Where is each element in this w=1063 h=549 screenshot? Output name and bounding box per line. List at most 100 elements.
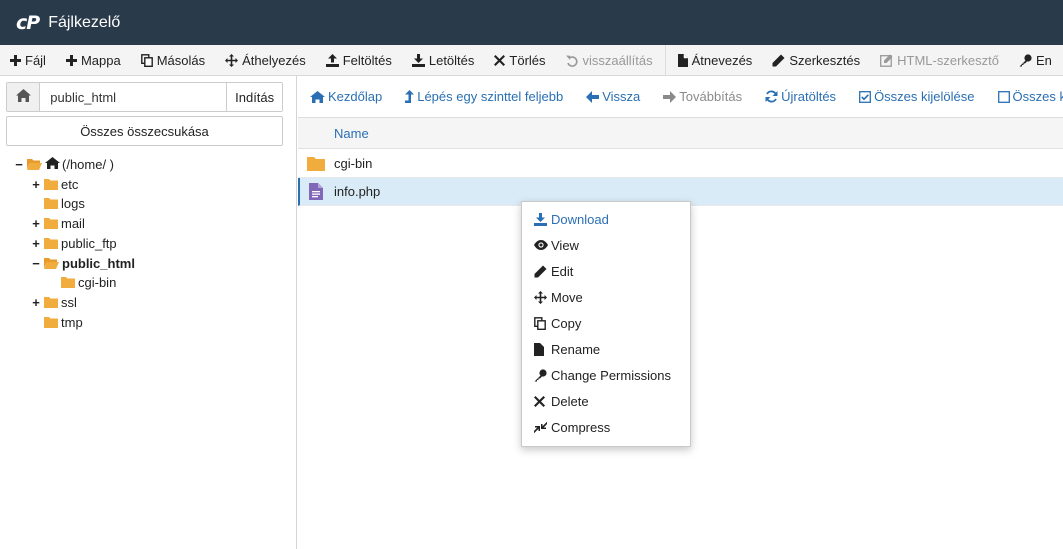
tree-item-label: public_ftp bbox=[61, 235, 117, 251]
path-bar: Indítás bbox=[6, 82, 283, 112]
delete-button[interactable]: Törlés bbox=[484, 45, 555, 75]
plus-icon bbox=[65, 54, 77, 66]
menu-item-label: View bbox=[551, 237, 579, 253]
home-icon bbox=[45, 156, 60, 172]
folder-icon bbox=[44, 296, 58, 308]
tree-item-tmp[interactable]: tmp bbox=[30, 313, 83, 331]
level-up-icon bbox=[405, 90, 415, 103]
file-icon bbox=[677, 53, 688, 67]
cpanel-logo[interactable]: cP bbox=[16, 12, 40, 34]
upload-icon bbox=[325, 53, 339, 67]
permissions-button[interactable]: En bbox=[1009, 45, 1062, 75]
compress-icon bbox=[534, 421, 549, 434]
back-label: Vissza bbox=[602, 89, 641, 104]
tree-item-logs[interactable]: logs bbox=[30, 194, 85, 212]
toolbar-divider bbox=[664, 45, 666, 75]
path-input[interactable] bbox=[40, 83, 227, 111]
menu-item-label: Delete bbox=[551, 393, 589, 409]
checkbox-empty-icon bbox=[997, 90, 1010, 103]
restore-label: visszaállítás bbox=[582, 52, 653, 68]
folder-icon bbox=[44, 178, 58, 190]
menu-item-move[interactable]: Move bbox=[522, 284, 690, 310]
tree-item-cgi-bin[interactable]: cgi-bin bbox=[47, 273, 116, 291]
menu-item-label: Rename bbox=[551, 341, 601, 357]
folder-icon bbox=[44, 217, 58, 229]
menu-item-compress[interactable]: Compress bbox=[522, 414, 690, 440]
tree-item-etc[interactable]: + etc bbox=[30, 175, 78, 193]
new-folder-button[interactable]: Mappa bbox=[56, 45, 131, 75]
move-button[interactable]: Áthelyezés bbox=[215, 45, 316, 75]
html-editor-button[interactable]: HTML-szerkesztő bbox=[870, 45, 1009, 75]
collapse-all-button[interactable]: Összes összecsukása bbox=[6, 116, 283, 146]
collapse-toggle[interactable]: − bbox=[13, 157, 25, 172]
php-file-icon bbox=[298, 183, 334, 200]
expand-toggle[interactable]: + bbox=[30, 177, 42, 192]
upload-button[interactable]: Feltöltés bbox=[316, 45, 402, 75]
menu-item-label: Copy bbox=[551, 315, 582, 331]
reload-label: Újratöltés bbox=[781, 89, 837, 104]
toolbar: Fájl Mappa Másolás Áthelyezés Feltöltés … bbox=[0, 45, 1063, 76]
select-all-label: Összes kijelölése bbox=[874, 89, 975, 104]
tree-root[interactable]: − (/home/ ) bbox=[13, 155, 114, 173]
forward-button[interactable]: Továbbítás bbox=[663, 89, 742, 104]
tree-item-label: tmp bbox=[61, 314, 83, 330]
key-icon bbox=[1019, 53, 1032, 67]
home-button[interactable] bbox=[7, 83, 41, 111]
folder-icon bbox=[44, 237, 58, 249]
menu-item-edit[interactable]: Edit bbox=[522, 258, 690, 284]
tree-item-public-ftp[interactable]: + public_ftp bbox=[30, 234, 117, 252]
new-file-button[interactable]: Fájl bbox=[0, 45, 56, 75]
refresh-icon bbox=[765, 90, 778, 103]
menu-item-rename[interactable]: Rename bbox=[522, 336, 690, 362]
folder-icon bbox=[298, 156, 334, 171]
copy-button[interactable]: Másolás bbox=[131, 45, 215, 75]
app-title: Fájlkezelő bbox=[48, 13, 121, 31]
collapse-toggle[interactable]: − bbox=[30, 256, 42, 271]
app-header: cP Fájlkezelő bbox=[0, 0, 1063, 45]
menu-item-change-permissions[interactable]: Change Permissions bbox=[522, 362, 690, 388]
menu-item-copy[interactable]: Copy bbox=[522, 310, 690, 336]
folder-open-icon bbox=[44, 257, 59, 269]
back-button[interactable]: Vissza bbox=[586, 89, 640, 104]
expand-toggle[interactable]: + bbox=[30, 295, 42, 310]
eye-icon bbox=[534, 240, 549, 250]
home-icon bbox=[15, 89, 31, 105]
menu-item-delete[interactable]: Delete bbox=[522, 388, 690, 414]
tree-item-ssl[interactable]: + ssl bbox=[30, 293, 77, 311]
plus-icon bbox=[10, 54, 21, 66]
pencil-icon bbox=[772, 54, 785, 67]
folder-icon bbox=[44, 316, 58, 328]
upload-label: Feltöltés bbox=[342, 52, 392, 68]
menu-item-label: Download bbox=[551, 211, 609, 227]
home-nav-label: Kezdőlap bbox=[328, 89, 383, 104]
tree-item-label: cgi-bin bbox=[78, 274, 117, 290]
download-button[interactable]: Letöltés bbox=[402, 45, 485, 75]
pencil-icon bbox=[534, 265, 549, 278]
move-label: Áthelyezés bbox=[242, 52, 306, 68]
restore-button[interactable]: visszaállítás bbox=[556, 45, 663, 75]
up-one-level-button[interactable]: Lépés egy szinttel feljebb bbox=[405, 89, 563, 104]
expand-toggle[interactable]: + bbox=[30, 236, 42, 251]
menu-item-view[interactable]: View bbox=[522, 232, 690, 258]
menu-item-download[interactable]: Download bbox=[522, 206, 690, 232]
go-button[interactable]: Indítás bbox=[226, 83, 282, 111]
file-icon bbox=[534, 342, 549, 356]
expand-toggle[interactable]: + bbox=[30, 216, 42, 231]
home-nav-button[interactable]: Kezdőlap bbox=[310, 89, 382, 104]
rename-button[interactable]: Átnevezés bbox=[668, 45, 763, 75]
menu-item-label: Change Permissions bbox=[551, 367, 671, 383]
tree-item-public-html[interactable]: − public_html bbox=[30, 254, 135, 272]
select-all-button[interactable]: Összes kijelölése bbox=[859, 89, 975, 104]
html-edit-icon bbox=[880, 54, 893, 67]
menu-item-label: Compress bbox=[551, 419, 611, 435]
deselect-all-button[interactable]: Összes kije bbox=[997, 89, 1063, 104]
edit-button[interactable]: Szerkesztés bbox=[762, 45, 870, 75]
file-row-cgi-bin[interactable]: cgi-bin bbox=[298, 150, 1063, 178]
tree-root-label: (/home/ ) bbox=[62, 156, 115, 172]
name-column-header[interactable]: Name bbox=[334, 126, 369, 141]
directory-panel: Indítás Összes összecsukása − (/home/ ) … bbox=[0, 76, 297, 549]
reload-button[interactable]: Újratöltés bbox=[765, 89, 836, 104]
tree-item-label: etc bbox=[61, 176, 79, 192]
file-name: info.php bbox=[334, 184, 381, 199]
tree-item-mail[interactable]: + mail bbox=[30, 214, 85, 232]
